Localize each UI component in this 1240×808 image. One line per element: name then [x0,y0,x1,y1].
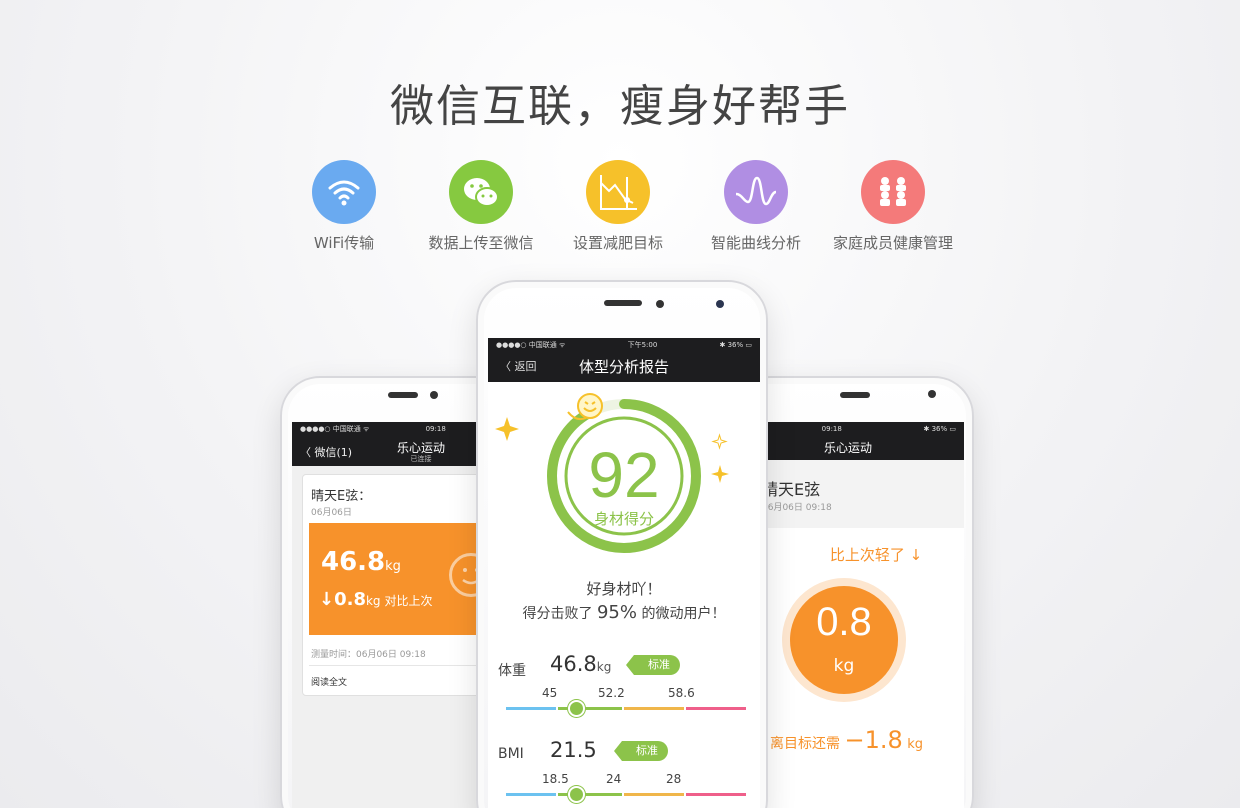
praise-text: 好身材吖！ [586,580,662,598]
goal-text: 离目标还需 −1.8 kg [770,726,923,754]
wechat-icon [449,160,513,224]
card-date: 06月06日 [311,508,352,518]
bmi-metric: BMI 21.5 标准 18.5 24 28 [498,738,750,808]
tick-label: 18.5 [542,772,569,786]
status-time: 09:18 [425,425,446,433]
back-button[interactable]: 〈 返回 [500,352,537,382]
tick-label: 58.6 [668,686,695,700]
status-badge: 标准 [626,655,680,675]
message-card[interactable]: 晴天E弦： 06月06日 46.8kg ↓0.8kg 对比上次 测量时间：06月0… [302,474,503,696]
feature-curve: 智能曲线分析 [686,160,826,253]
range-bar [506,786,746,803]
nav-title: 乐心运动 [823,441,872,455]
wifi-icon [312,160,376,224]
status-badge: 标准 [614,741,668,761]
mascot-icon [567,393,603,421]
phone-camera [656,300,664,308]
nav-title: 体型分析报告 [578,358,669,376]
range-knob [568,786,585,803]
user-name: 晴天E弦 [762,480,821,499]
battery-text: ✱ 36% ▭ [923,425,957,433]
center-phone: ●●●●○ 中国联通 ᯤ 下午5:00 ✱ 36% ▭ 〈 返回 体型分析报告 [476,280,768,808]
carrier-text: ●●●●○ 中国联通 ᯤ [300,425,370,433]
tick-label: 52.2 [598,686,625,700]
phone-speaker [840,392,870,398]
range-bar [506,700,746,717]
phone-speaker [388,392,418,398]
diff-unit: kg [833,656,855,676]
center-screen: ●●●●○ 中国联通 ᯤ 下午5:00 ✱ 36% ▭ 〈 返回 体型分析报告 [488,338,760,808]
score-label: 身材得分 [593,510,654,528]
diff-circle: 0.8 kg [790,586,898,694]
metric-value: 21.5 [550,738,597,762]
weight-metric: 体重 46.8kg 标准 45 52.2 58.6 [498,652,750,722]
headline: 微信互联，瘦身好帮手 [390,81,850,132]
range-knob [568,700,585,717]
feature-goal: 设置减肥目标 [548,160,688,253]
carrier-text: ●●●●○ 中国联通 ᯤ [496,341,566,349]
read-all-link[interactable]: 阅读全文 [311,675,347,688]
status-time: 下午5:00 [627,341,658,349]
front-camera [716,300,724,308]
metric-name: 体重 [498,663,526,679]
chart-goal-icon [586,160,650,224]
feature-label: 家庭成员健康管理 [832,234,953,252]
diff-ring: 0.8 kg [782,578,906,702]
phone-camera [430,391,438,399]
diff-value: 0.8 [816,600,872,644]
tick-label: 24 [606,772,622,786]
wave-icon [724,160,788,224]
metric-name: BMI [498,746,524,762]
family-icon [861,160,925,224]
status-bar: ●●●●○ 中国联通 ᯤ 下午5:00 ✱ 36% ▭ [488,338,760,352]
battery-text: ✱ 36% ▭ [719,341,753,349]
phone-camera [928,390,936,398]
phone-speaker [604,300,642,306]
lighter-text: 比上次轻了 ↓ [829,546,923,564]
divider [309,665,501,666]
feature-label: 数据上传至微信 [428,234,534,252]
status-time: 09:18 [821,425,842,433]
measure-time: 测量时间：06月06日 09:18 [311,650,426,660]
feature-wifi: WiFi传输 [274,160,414,253]
feature-label: 设置减肥目标 [572,234,663,252]
nav-bar: 〈 返回 体型分析报告 [488,352,760,382]
tick-label: 28 [666,772,682,786]
feature-label: 智能曲线分析 [710,234,801,252]
weight-value: 46.8kg [321,547,401,577]
feature-row: WiFi传输 数据上传至微信 设置减肥目标 智能曲线分析 家庭成员健康管理 [0,160,1240,260]
card-user: 晴天E弦： [311,489,372,504]
feature-label: WiFi传输 [313,234,375,252]
metric-value: 46.8kg [550,652,612,676]
beat-text: 得分击败了 95% 的微动用户！ [522,602,726,623]
weight-panel: 46.8kg ↓0.8kg 对比上次 [309,523,503,635]
weight-diff: ↓0.8kg 对比上次 [319,589,433,610]
record-time: 06月06日 09:18 [762,503,832,513]
tick-label: 45 [542,686,558,700]
score-value: 92 [588,439,660,511]
feature-wechat: 数据上传至微信 [411,160,551,253]
feature-family: 家庭成员健康管理 [823,160,963,253]
